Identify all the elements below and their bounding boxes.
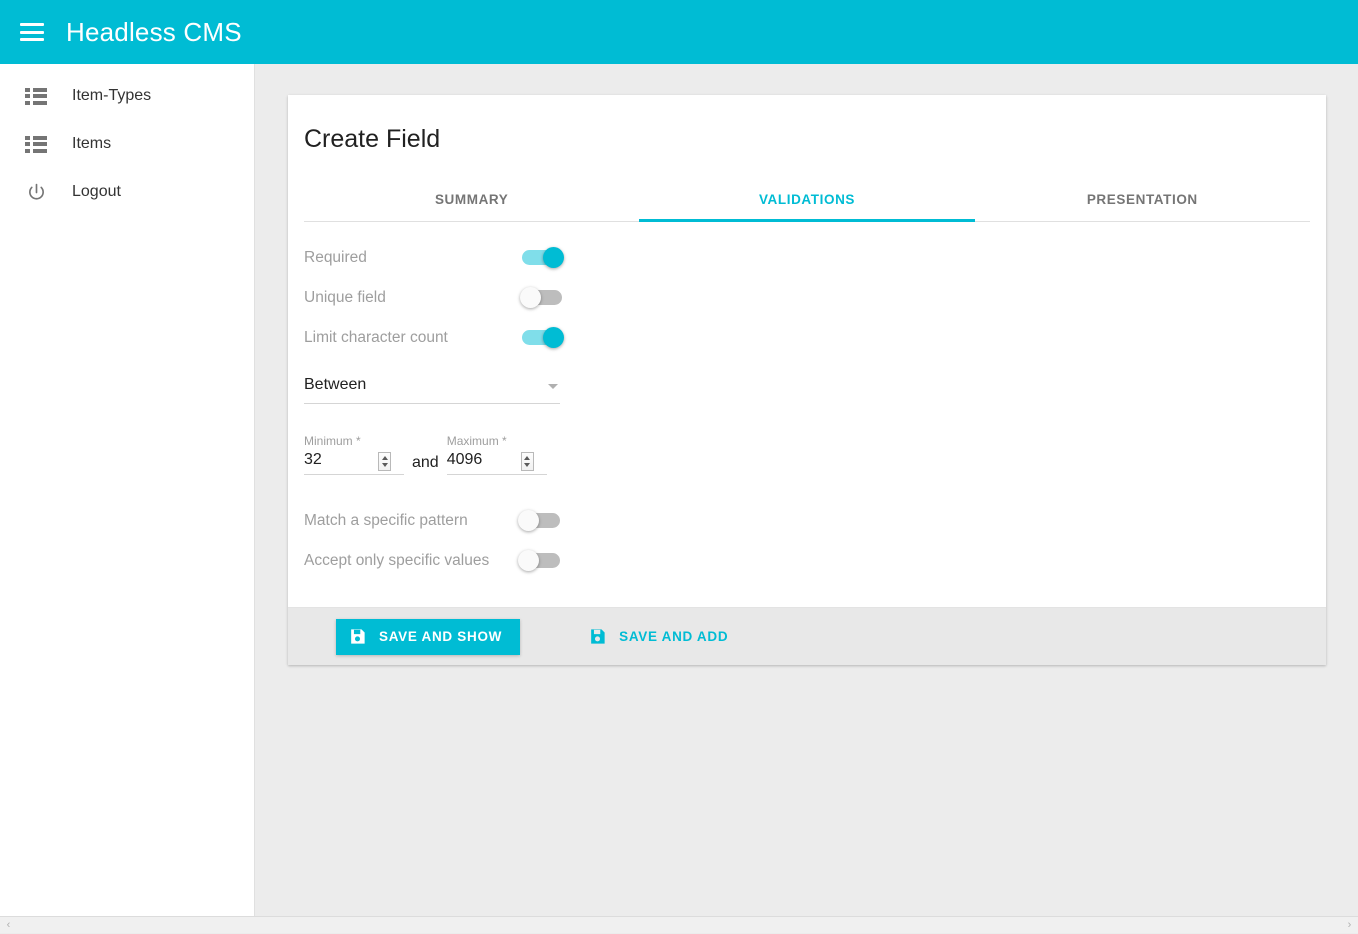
- toggle-match-pattern[interactable]: [518, 510, 562, 532]
- field-row-limit-character-count: Limit character count: [304, 318, 564, 358]
- minimum-input[interactable]: [304, 451, 378, 471]
- app-title: Headless CMS: [66, 17, 242, 48]
- tab-validations[interactable]: VALIDATIONS: [639, 180, 974, 221]
- stepper-down-icon[interactable]: [382, 463, 388, 467]
- toggle-accept-specific-values[interactable]: [518, 550, 562, 572]
- sidebar-item-label: Logout: [72, 183, 121, 201]
- field-row-required: Required: [304, 238, 564, 278]
- sidebar-item-logout[interactable]: Logout: [0, 168, 254, 216]
- toggle-thumb: [518, 550, 539, 571]
- floppy-disk-icon: [588, 627, 607, 646]
- toggle-thumb: [543, 247, 564, 268]
- switch-label-unique-field: Unique field: [304, 289, 520, 307]
- stepper-up-icon[interactable]: [382, 456, 388, 460]
- switch-label-accept-specific-values: Accept only specific values: [304, 552, 518, 570]
- minimum-input-wrap: [304, 451, 404, 475]
- list-icon: [16, 88, 56, 105]
- minimum-label: Minimum *: [304, 434, 404, 448]
- save-and-add-button[interactable]: SAVE AND ADD: [576, 619, 740, 655]
- switch-label-required: Required: [304, 249, 520, 267]
- sidebar-item-label: Item-Types: [72, 87, 151, 105]
- toggle-thumb: [518, 510, 539, 531]
- sidebar-item-items[interactable]: Items: [0, 120, 254, 168]
- toggle-thumb: [543, 327, 564, 348]
- switch-label-match-pattern: Match a specific pattern: [304, 512, 518, 530]
- stepper-up-icon[interactable]: [524, 456, 530, 460]
- limit-mode-value: Between: [304, 376, 366, 394]
- minimum-stepper[interactable]: [378, 452, 391, 471]
- page-title: Create Field: [304, 119, 1310, 154]
- card-footer: SAVE AND SHOW SAVE AND ADD: [288, 607, 1326, 665]
- field-row-match-pattern: Match a specific pattern: [304, 501, 562, 541]
- tab-bar: SUMMARY VALIDATIONS PRESENTATION: [304, 180, 1310, 222]
- main-content: Create Field SUMMARY VALIDATIONS PRESENT…: [256, 64, 1358, 916]
- horizontal-scrollbar[interactable]: ‹ ›: [0, 916, 1358, 933]
- hamburger-line: [20, 23, 44, 26]
- hamburger-line: [20, 38, 44, 41]
- scroll-left-arrow-icon[interactable]: ‹: [0, 917, 17, 934]
- limit-mode-select-row: Between: [304, 376, 560, 404]
- field-row-accept-specific-values: Accept only specific values: [304, 541, 562, 581]
- minimum-group: Minimum *: [304, 434, 404, 475]
- toggle-limit-character-count[interactable]: [520, 327, 564, 349]
- app-bar: Headless CMS: [0, 0, 1358, 64]
- maximum-group: Maximum *: [447, 434, 547, 475]
- power-icon: [16, 182, 56, 203]
- toggle-required[interactable]: [520, 247, 564, 269]
- maximum-label: Maximum *: [447, 434, 547, 448]
- sidebar: Item-Types Items Logout: [0, 64, 255, 916]
- stepper-down-icon[interactable]: [524, 463, 530, 467]
- toggle-unique-field[interactable]: [520, 287, 564, 309]
- save-and-show-button[interactable]: SAVE AND SHOW: [336, 619, 520, 655]
- save-and-show-label: SAVE AND SHOW: [379, 630, 502, 644]
- hamburger-icon[interactable]: [20, 23, 44, 41]
- scroll-right-arrow-icon[interactable]: ›: [1341, 917, 1358, 934]
- field-row-unique-field: Unique field: [304, 278, 564, 318]
- tab-presentation[interactable]: PRESENTATION: [975, 180, 1310, 221]
- floppy-disk-icon: [348, 627, 367, 646]
- limit-mode-select[interactable]: Between: [304, 376, 560, 404]
- sidebar-item-item-types[interactable]: Item-Types: [0, 72, 254, 120]
- tab-summary[interactable]: SUMMARY: [304, 180, 639, 221]
- hamburger-line: [20, 31, 44, 34]
- toggle-thumb: [520, 287, 541, 308]
- card-body: Create Field SUMMARY VALIDATIONS PRESENT…: [288, 95, 1326, 607]
- maximum-input[interactable]: [447, 451, 521, 471]
- list-icon: [16, 136, 56, 153]
- save-and-add-label: SAVE AND ADD: [619, 630, 728, 644]
- range-conjunction: and: [412, 454, 439, 472]
- bottom-switch-group: Match a specific pattern Accept only spe…: [304, 501, 1310, 581]
- character-range-row: Minimum * and Maximum *: [304, 434, 1310, 475]
- sidebar-item-label: Items: [72, 135, 111, 153]
- maximum-stepper[interactable]: [521, 452, 534, 471]
- chevron-down-icon: [548, 384, 558, 389]
- create-field-card: Create Field SUMMARY VALIDATIONS PRESENT…: [288, 95, 1326, 665]
- maximum-input-wrap: [447, 451, 547, 475]
- switch-label-limit-character-count: Limit character count: [304, 329, 520, 347]
- validations-form: Required Unique field Limit character co…: [304, 222, 1310, 607]
